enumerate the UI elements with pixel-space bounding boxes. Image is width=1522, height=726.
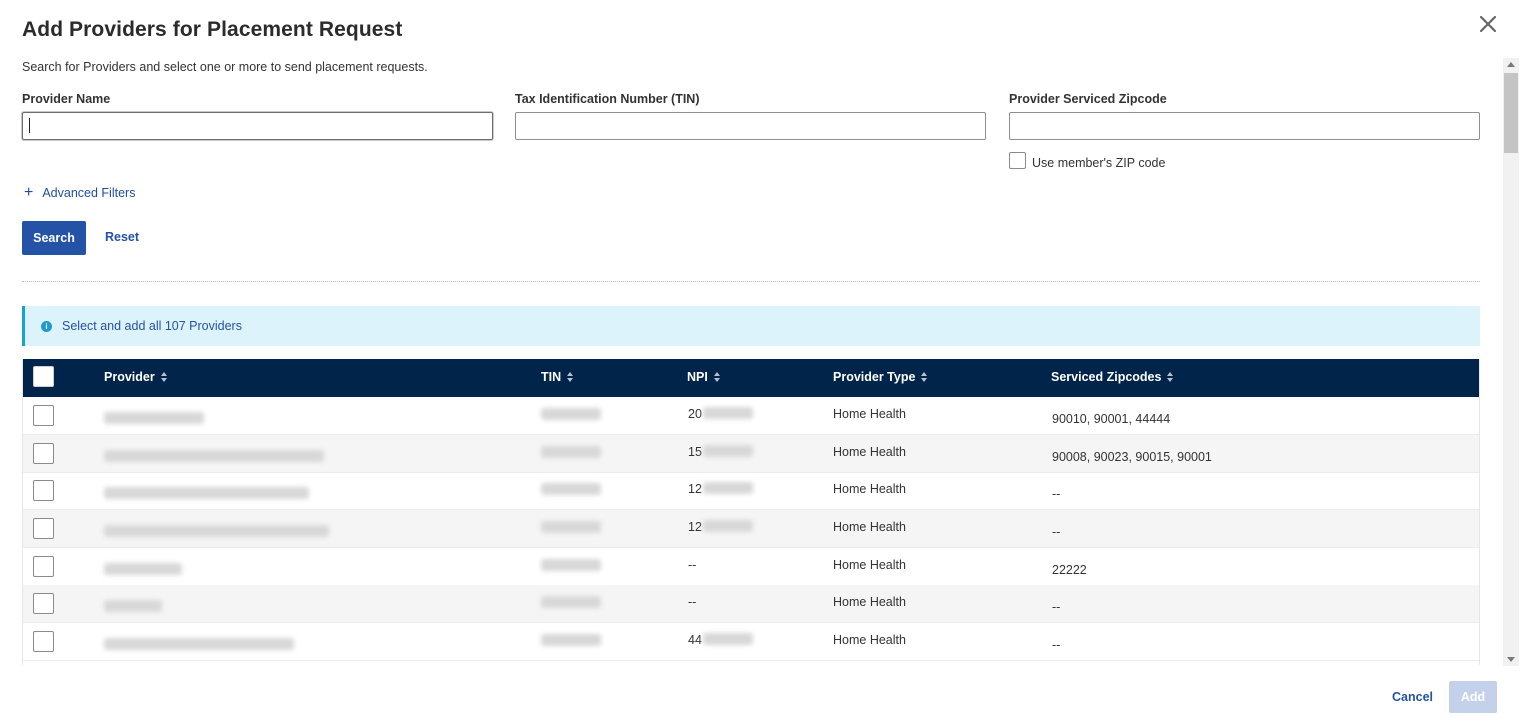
- table-row[interactable]: 20 Home Health 90010, 90001, 44444: [23, 397, 1479, 435]
- table-row[interactable]: 12 Home Health --: [23, 472, 1479, 510]
- redacted-provider-name: [104, 487, 309, 499]
- redacted-npi: [703, 520, 753, 532]
- redacted-tin: [541, 483, 601, 495]
- column-header-provider[interactable]: Provider: [104, 370, 168, 384]
- npi-cell: --: [688, 558, 697, 572]
- redacted-tin: [541, 408, 601, 420]
- scroll-up-icon[interactable]: [1507, 62, 1515, 67]
- use-member-zip-label: Use member's ZIP code: [1032, 156, 1166, 170]
- provider-name-input[interactable]: [22, 112, 493, 140]
- sort-icon: [1167, 371, 1174, 383]
- row-checkbox[interactable]: [33, 631, 54, 652]
- sort-icon: [713, 371, 721, 383]
- redacted-tin: [541, 446, 601, 458]
- tin-input[interactable]: [515, 112, 986, 140]
- row-checkbox[interactable]: [33, 405, 54, 426]
- info-icon: i: [41, 320, 52, 332]
- serviced-zipcodes-cell: --: [1052, 600, 1061, 614]
- provider-type-cell: Home Health: [833, 407, 906, 421]
- provider-type-cell: Home Health: [833, 558, 906, 572]
- close-icon: [1479, 15, 1497, 33]
- text-caret: [29, 118, 30, 133]
- scroll-down-icon[interactable]: [1507, 657, 1515, 662]
- table-row[interactable]: 12 Home Health --: [23, 510, 1479, 548]
- serviced-zipcodes-cell: --: [1052, 525, 1061, 539]
- serviced-zipcodes-cell: 90008, 90023, 90015, 90001: [1052, 450, 1212, 464]
- dialog-subtitle: Search for Providers and select one or m…: [22, 60, 428, 74]
- use-member-zip-checkbox[interactable]: [1009, 152, 1026, 169]
- dialog-title: Add Providers for Placement Request: [22, 18, 403, 41]
- section-divider: [22, 281, 1480, 282]
- redacted-npi: [703, 482, 753, 494]
- npi-cell: 44: [688, 633, 702, 647]
- table-row[interactable]: 15 Home Health 90008, 90023, 90015, 90001: [23, 435, 1479, 473]
- npi-cell: 20: [688, 407, 702, 421]
- row-checkbox[interactable]: [33, 443, 54, 464]
- npi-cell: 15: [688, 445, 702, 459]
- column-header-serviced-zipcodes[interactable]: Serviced Zipcodes: [1051, 370, 1174, 384]
- provider-type-cell: Home Health: [833, 520, 906, 534]
- table-row[interactable]: -- Home Health 22222: [23, 548, 1479, 586]
- search-button[interactable]: Search: [22, 221, 86, 255]
- vertical-scrollbar[interactable]: [1503, 58, 1519, 666]
- zipcode-label: Provider Serviced Zipcode: [1009, 92, 1167, 106]
- select-all-checkbox[interactable]: [33, 366, 54, 387]
- provider-type-cell: Home Health: [833, 445, 906, 459]
- table-header: Provider TIN NPI Provider Type Serviced …: [23, 359, 1479, 397]
- sort-icon: [567, 371, 574, 383]
- cancel-button[interactable]: Cancel: [1392, 690, 1433, 704]
- row-checkbox[interactable]: [33, 480, 54, 501]
- select-all-banner: i Select and add all 107 Providers: [22, 306, 1480, 346]
- npi-cell: --: [688, 595, 697, 609]
- add-providers-dialog: Add Providers for Placement Request Sear…: [0, 0, 1522, 726]
- redacted-tin: [541, 596, 601, 608]
- column-header-npi[interactable]: NPI: [687, 370, 721, 384]
- provider-type-cell: Home Health: [833, 595, 906, 609]
- reset-button[interactable]: Reset: [105, 230, 139, 244]
- providers-table: Provider TIN NPI Provider Type Serviced …: [22, 359, 1480, 665]
- redacted-provider-name: [104, 450, 324, 462]
- advanced-filters-label: Advanced Filters: [42, 186, 136, 200]
- scroll-thumb[interactable]: [1504, 73, 1518, 153]
- tin-label: Tax Identification Number (TIN): [515, 92, 700, 106]
- select-all-link[interactable]: Select and add all 107 Providers: [62, 319, 242, 333]
- redacted-provider-name: [104, 600, 162, 612]
- add-button[interactable]: Add: [1449, 681, 1497, 713]
- redacted-provider-name: [104, 563, 182, 575]
- provider-type-cell: Home Health: [833, 633, 906, 647]
- redacted-provider-name: [104, 412, 204, 424]
- sort-icon: [160, 371, 168, 383]
- serviced-zipcodes-cell: 90010, 90001, 44444: [1052, 412, 1171, 426]
- row-checkbox[interactable]: [33, 593, 54, 614]
- plus-icon: +: [24, 184, 34, 201]
- serviced-zipcodes-cell: --: [1052, 487, 1061, 501]
- column-header-provider-type[interactable]: Provider Type: [833, 370, 928, 384]
- row-checkbox[interactable]: [33, 556, 54, 577]
- table-row[interactable]: 44 Home Health --: [23, 623, 1479, 661]
- redacted-tin: [541, 559, 601, 571]
- redacted-npi: [703, 445, 753, 457]
- npi-cell: 12: [688, 482, 702, 496]
- redacted-provider-name: [104, 525, 329, 537]
- provider-type-cell: Home Health: [833, 482, 906, 496]
- serviced-zipcodes-cell: --: [1052, 638, 1061, 652]
- sort-icon: [921, 371, 928, 383]
- column-header-tin[interactable]: TIN: [541, 370, 574, 384]
- redacted-provider-name: [104, 638, 294, 650]
- redacted-npi: [703, 407, 753, 419]
- row-checkbox[interactable]: [33, 518, 54, 539]
- redacted-npi: [703, 633, 753, 645]
- redacted-tin: [541, 521, 601, 533]
- provider-name-label: Provider Name: [22, 92, 111, 106]
- advanced-filters-toggle[interactable]: + Advanced Filters: [24, 184, 136, 201]
- table-row[interactable]: -- Home Health --: [23, 585, 1479, 623]
- close-button[interactable]: [1476, 12, 1500, 36]
- redacted-tin: [541, 634, 601, 646]
- zipcode-input[interactable]: [1009, 112, 1480, 140]
- npi-cell: 12: [688, 520, 702, 534]
- serviced-zipcodes-cell: 22222: [1052, 563, 1087, 577]
